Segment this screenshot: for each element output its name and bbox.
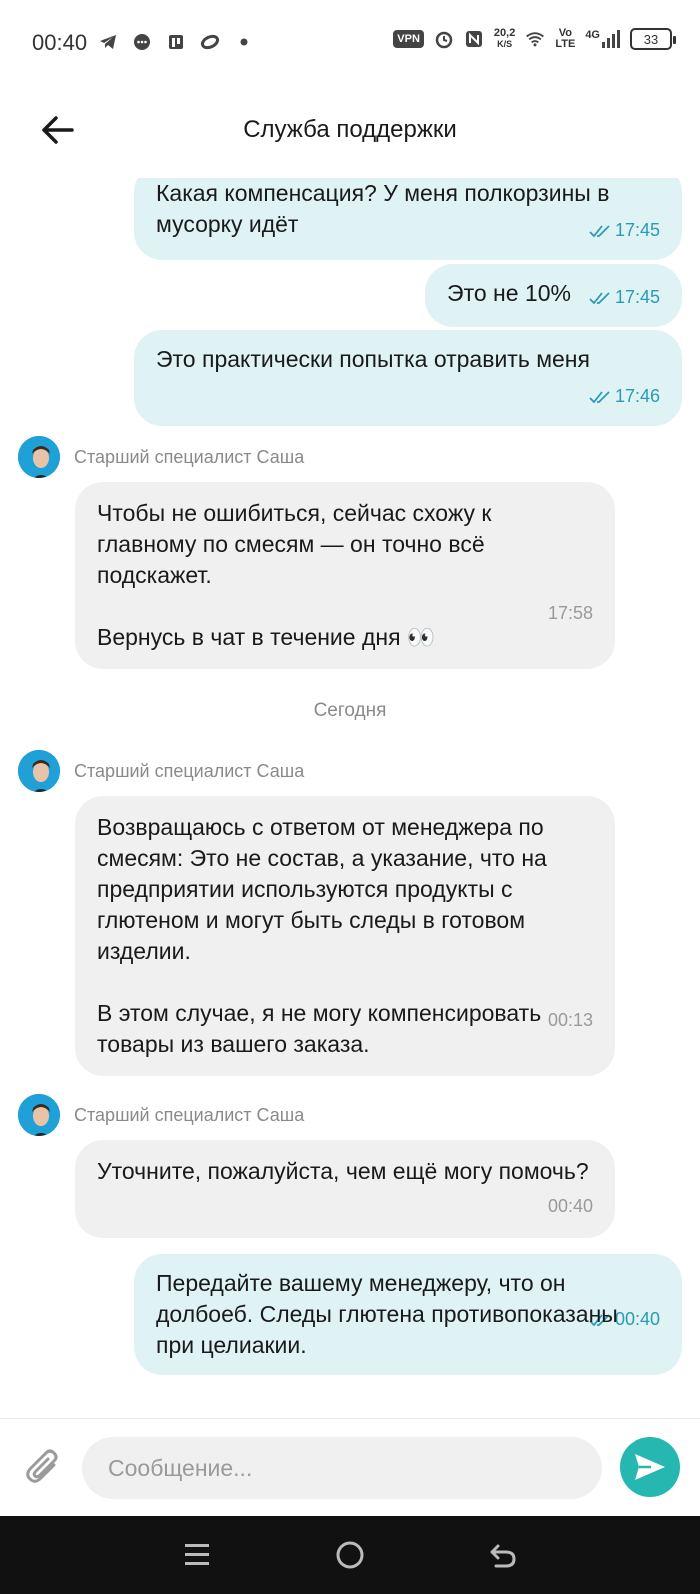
outgoing-message[interactable]: Это практически попытка отравить меня 17… xyxy=(134,330,682,426)
sender-name: Старший специалист Саша xyxy=(74,1104,305,1125)
back-button[interactable] xyxy=(483,1535,523,1575)
double-check-icon xyxy=(589,224,610,237)
message-time: 00:40 xyxy=(547,1196,593,1216)
more-notifications-dot-icon xyxy=(240,38,248,46)
page-title: Служба поддержки xyxy=(243,116,457,143)
recent-apps-button[interactable] xyxy=(177,1535,217,1575)
status-bar: 00:40 VPN 20,2 K/S Vo LTE 4G 33 xyxy=(0,0,700,88)
battery-icon: 33 xyxy=(630,28,676,50)
date-divider: Сегодня xyxy=(313,700,387,721)
network-speed-value: 20,2 xyxy=(493,27,516,39)
double-check-icon xyxy=(589,291,610,304)
message-text: Чтобы не ошибиться, сейчас схожу к главн… xyxy=(97,500,492,650)
chat-bubble-icon xyxy=(134,34,150,50)
vpn-icon: VPN xyxy=(393,30,424,48)
message-time: 00:13 xyxy=(547,1010,593,1030)
message-meta: 17:46 xyxy=(589,381,660,412)
person-avatar-icon xyxy=(18,1094,60,1136)
system-nav-bar xyxy=(0,1516,700,1594)
status-time: 00:40 xyxy=(32,30,88,55)
link-icon xyxy=(200,34,220,50)
incoming-message[interactable]: Возвращаюсь с ответом от менеджера по см… xyxy=(75,796,615,1076)
message-text: Возвращаюсь с ответом от менеджера по см… xyxy=(97,814,547,1057)
message-text: Уточните, пожалуйста, чем ещё могу помоч… xyxy=(97,1158,589,1184)
nfc-icon xyxy=(465,31,482,47)
outgoing-message[interactable]: Передайте вашему менеджеру, что он долбо… xyxy=(134,1254,682,1375)
telegram-icon xyxy=(100,35,116,49)
message-meta: 17:45 xyxy=(589,215,660,246)
person-avatar-icon xyxy=(18,750,60,792)
outgoing-message[interactable]: Это не 10% 17:45 xyxy=(425,264,682,327)
avatar[interactable] xyxy=(16,434,62,480)
network-speed-unit: K/S xyxy=(497,39,513,49)
app-notification-icon xyxy=(169,35,183,49)
incoming-message[interactable]: Чтобы не ошибиться, сейчас схожу к главн… xyxy=(75,482,615,669)
sender-name: Старший специалист Саша xyxy=(74,446,305,467)
sender-row: Старший специалист Саша xyxy=(16,1092,304,1138)
network-speed: 20,2 K/S xyxy=(494,28,515,50)
message-time: 17:58 xyxy=(547,603,593,623)
message-input[interactable] xyxy=(82,1437,602,1499)
outgoing-message[interactable]: Какая компенсация? У меня полкорзины в м… xyxy=(134,178,682,260)
avatar[interactable] xyxy=(16,1092,62,1138)
paperclip-icon[interactable] xyxy=(24,1445,64,1489)
wifi-icon xyxy=(526,32,545,47)
message-time: 00:40 xyxy=(614,1309,660,1329)
send-arrow-icon xyxy=(635,1454,665,1480)
message-time: 17:46 xyxy=(614,386,660,406)
system-status-icons: VPN 20,2 K/S Vo LTE 4G 33 xyxy=(393,28,676,50)
message-list[interactable]: Какая компенсация? У меня полкорзины в м… xyxy=(0,178,700,1418)
volte-bottom: LTE xyxy=(555,38,576,50)
battery-level: 33 xyxy=(643,31,659,47)
send-button[interactable] xyxy=(620,1437,680,1497)
message-text: Это практически попытка отравить меня xyxy=(156,346,590,372)
message-text: Передайте вашему менеджеру, что он долбо… xyxy=(156,1270,618,1358)
chat-header: Служба поддержки xyxy=(0,88,700,178)
sender-row: Старший специалист Саша xyxy=(16,748,304,794)
signal-4g-icon: 4G xyxy=(585,30,620,48)
message-text: Это не 10% xyxy=(447,280,571,306)
notification-icons xyxy=(98,32,254,52)
message-time: 17:45 xyxy=(614,220,660,240)
home-button[interactable] xyxy=(330,1535,370,1575)
signal-label: 4G xyxy=(585,29,600,41)
volte-icon: Vo LTE xyxy=(555,28,575,50)
sender-row: Старший специалист Саша xyxy=(16,434,304,480)
message-meta: 17:45 xyxy=(589,282,660,313)
back-return-icon xyxy=(490,1544,516,1568)
incoming-message[interactable]: Уточните, пожалуйста, чем ещё могу помоч… xyxy=(75,1140,615,1238)
message-time: 17:45 xyxy=(614,287,660,307)
person-avatar-icon xyxy=(18,436,60,478)
home-circle-icon xyxy=(336,1541,364,1569)
menu-lines-icon xyxy=(184,1544,209,1565)
composer-bar xyxy=(0,1418,700,1516)
double-check-icon xyxy=(589,390,610,403)
alarm-icon xyxy=(435,31,453,49)
avatar[interactable] xyxy=(16,748,62,794)
sender-name: Старший специалист Саша xyxy=(74,760,305,781)
message-text: Какая компенсация? У меня полкорзины в м… xyxy=(156,180,610,237)
